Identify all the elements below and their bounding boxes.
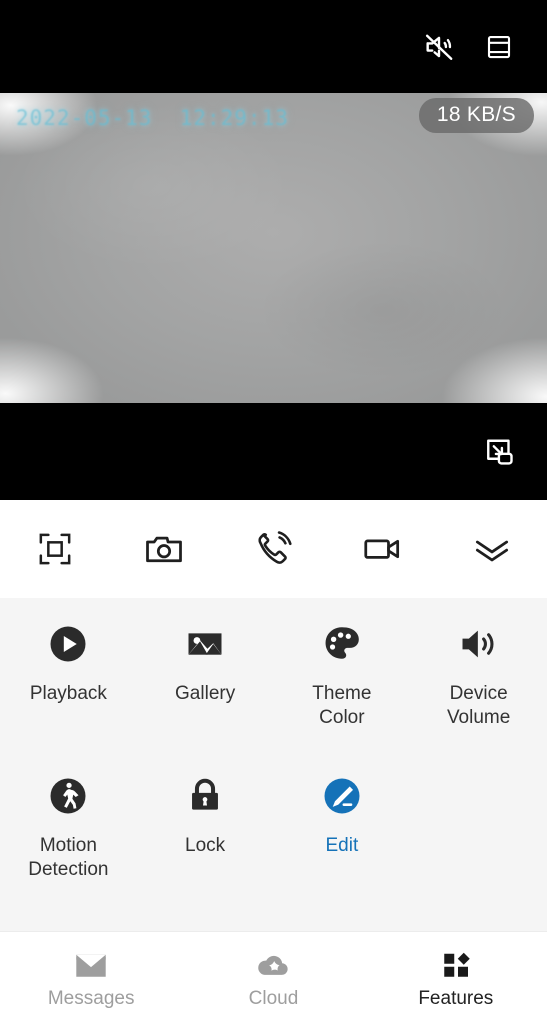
- nav-label: Features: [418, 988, 494, 1009]
- feature-label: Lock: [185, 835, 226, 856]
- feature-motion-detection[interactable]: Motion Detection: [0, 772, 137, 882]
- video-lower-bar: [0, 403, 547, 500]
- video-frame: [0, 93, 547, 403]
- feature-edit[interactable]: Edit: [274, 772, 411, 858]
- pencil-circle-icon: [321, 772, 363, 820]
- feature-label: Motion Detection: [28, 834, 108, 882]
- fullscreen-frame-icon[interactable]: [0, 500, 109, 598]
- speaker-volume-icon: [456, 620, 502, 668]
- feature-gallery[interactable]: Gallery: [137, 620, 274, 706]
- app-screen: 2022-05-13 12:29:13 18 KB/S Playback Gal…: [0, 0, 547, 1024]
- feature-label: Theme Color: [312, 682, 371, 730]
- feature-label: Gallery: [175, 683, 236, 704]
- feature-lock[interactable]: Lock: [137, 772, 274, 858]
- feature-label-line2: Volume: [446, 707, 511, 728]
- feature-label-line1: Motion: [39, 835, 97, 856]
- features-panel: Playback Gallery Theme Color Device Volu…: [0, 598, 547, 931]
- feature-theme-color[interactable]: Theme Color: [274, 620, 411, 730]
- video-camera-icon[interactable]: [328, 500, 437, 598]
- feature-label: Playback: [29, 683, 107, 704]
- video-timestamp: 2022-05-13 12:29:13: [16, 106, 289, 130]
- features-row-2: Motion Detection Lock Edit: [0, 772, 547, 882]
- walking-person-circle-icon: [47, 772, 89, 820]
- bitrate-badge: 18 KB/S: [418, 98, 534, 133]
- double-chevron-down-icon[interactable]: [438, 500, 547, 598]
- cloud-icon: [254, 946, 292, 980]
- split-layout-icon[interactable]: [473, 21, 525, 73]
- feature-playback[interactable]: Playback: [0, 620, 137, 706]
- feature-label: Device Volume: [447, 682, 510, 730]
- palette-icon: [321, 620, 363, 668]
- speaker-mute-icon[interactable]: [413, 21, 465, 73]
- phone-call-icon[interactable]: [219, 500, 328, 598]
- grid-apps-icon: [440, 946, 472, 980]
- image-icon: [183, 620, 227, 668]
- camera-icon[interactable]: [109, 500, 218, 598]
- play-circle-icon: [47, 620, 89, 668]
- feature-label-line2: Color: [319, 707, 365, 728]
- live-video-view[interactable]: 2022-05-13 12:29:13 18 KB/S: [0, 93, 547, 403]
- feature-device-volume[interactable]: Device Volume: [410, 620, 547, 730]
- bottom-navigation: Messages Cloud Features: [0, 931, 547, 1024]
- picture-in-picture-icon[interactable]: [471, 425, 525, 479]
- nav-item-features[interactable]: Features: [365, 932, 547, 1024]
- feature-label-line1: Device: [449, 683, 508, 704]
- nav-label: Messages: [47, 988, 135, 1009]
- features-row-1: Playback Gallery Theme Color Device Volu…: [0, 620, 547, 730]
- top-action-bar: [0, 0, 547, 93]
- envelope-icon: [73, 946, 109, 980]
- feature-label: Edit: [325, 835, 359, 856]
- padlock-icon: [184, 772, 226, 820]
- feature-label-line1: Theme: [312, 683, 372, 704]
- camera-control-bar: [0, 500, 547, 598]
- nav-item-messages[interactable]: Messages: [0, 932, 182, 1024]
- nav-label: Cloud: [248, 988, 299, 1009]
- feature-label-line2: Detection: [28, 859, 109, 880]
- nav-item-cloud[interactable]: Cloud: [182, 932, 364, 1024]
